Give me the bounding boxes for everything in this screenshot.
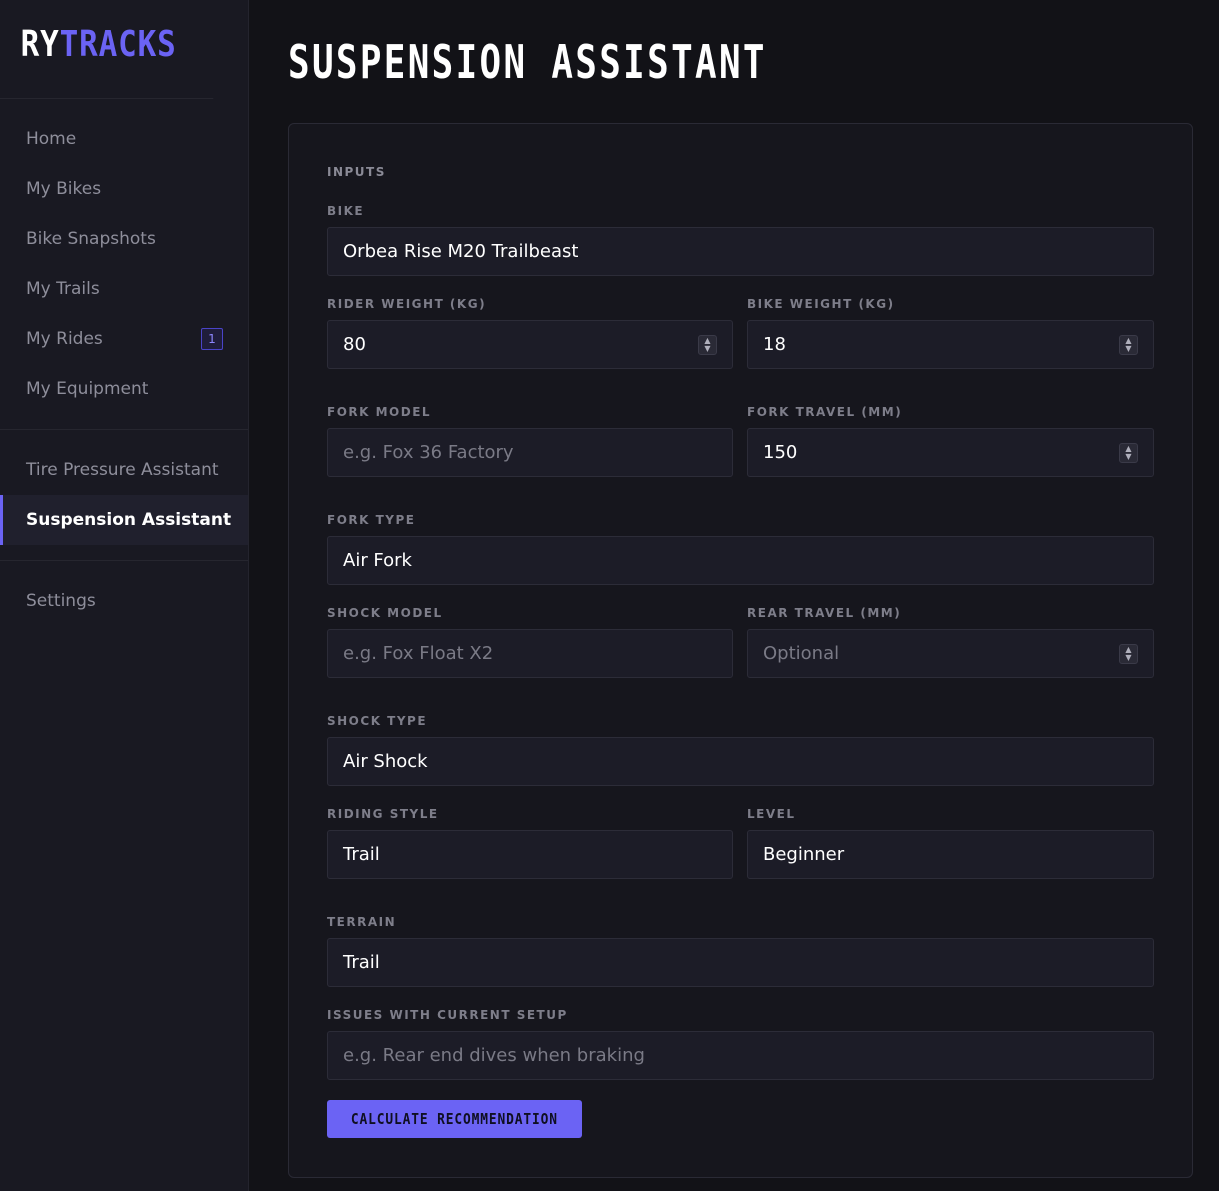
fork-model-placeholder: e.g. Fox 36 Factory — [343, 442, 514, 463]
rear-travel-placeholder: Optional — [763, 643, 840, 664]
rider-weight-label: RIDER WEIGHT (KG) — [327, 297, 487, 311]
sidebar-item-label: My Equipment — [26, 379, 149, 399]
fork-travel-value: 150 — [763, 442, 798, 463]
sidebar-item-my-trails[interactable]: My Trails — [0, 264, 248, 314]
rear-travel-input[interactable]: Optional ▲ ▼ — [747, 629, 1154, 678]
shock-model-placeholder: e.g. Fox Float X2 — [343, 643, 494, 664]
calculate-recommendation-button[interactable]: CALCULATE RECOMMENDATION — [327, 1100, 582, 1138]
shock-type-label: SHOCK TYPE — [327, 714, 428, 728]
sidebar-item-label: Bike Snapshots — [26, 229, 156, 249]
rider-weight-input[interactable]: 80 ▲ ▼ — [327, 320, 733, 369]
stepper-down-icon[interactable]: ▼ — [1125, 345, 1131, 353]
calculate-recommendation-label: CALCULATE RECOMMENDATION — [350, 1110, 559, 1128]
sidebar-item-label: Settings — [26, 591, 96, 611]
bike-weight-input[interactable]: 18 ▲ ▼ — [747, 320, 1154, 369]
fork-type-value: Air Fork — [343, 550, 412, 571]
section-label-inputs: INPUTS — [327, 165, 386, 179]
fork-model-input[interactable]: e.g. Fox 36 Factory — [327, 428, 733, 477]
sidebar-item-label: Home — [26, 129, 77, 149]
sidebar-item-label: My Trails — [26, 279, 100, 299]
issues-placeholder: e.g. Rear end dives when braking — [343, 1045, 645, 1066]
level-select[interactable]: Beginner — [747, 830, 1154, 879]
rear-travel-stepper[interactable]: ▲ ▼ — [1119, 644, 1138, 664]
main-content: SUSPENSION ASSISTANT INPUTS BIKE Orbea R… — [249, 0, 1219, 1191]
level-value: Beginner — [763, 844, 845, 865]
sidebar: RYTRACKS Home My Bikes Bike Snapshots My… — [0, 0, 249, 1191]
app-root: RYTRACKS Home My Bikes Bike Snapshots My… — [0, 0, 1219, 1191]
riding-style-value: Trail — [343, 844, 380, 865]
shock-type-select[interactable]: Air Shock — [327, 737, 1154, 786]
sidebar-item-label: My Rides — [26, 329, 103, 349]
sidebar-item-home[interactable]: Home — [0, 114, 248, 164]
stepper-down-icon[interactable]: ▼ — [704, 345, 710, 353]
page-title: SUSPENSION ASSISTANT — [288, 35, 767, 89]
level-label: LEVEL — [747, 807, 796, 821]
rides-count-badge: 1 — [201, 328, 223, 350]
nav-group-main: Home My Bikes Bike Snapshots My Trails M… — [0, 99, 248, 430]
bike-weight-label: BIKE WEIGHT (KG) — [747, 297, 895, 311]
bike-select-value: Orbea Rise M20 Trailbeast — [343, 241, 579, 262]
bike-weight-stepper[interactable]: ▲ ▼ — [1119, 335, 1138, 355]
rider-weight-stepper[interactable]: ▲ ▼ — [698, 335, 717, 355]
sidebar-item-tire-pressure-assistant[interactable]: Tire Pressure Assistant — [0, 445, 248, 495]
fork-travel-label: FORK TRAVEL (MM) — [747, 405, 903, 419]
sidebar-item-bike-snapshots[interactable]: Bike Snapshots — [0, 214, 248, 264]
sidebar-item-settings[interactable]: Settings — [0, 576, 248, 626]
terrain-select[interactable]: Trail — [327, 938, 1154, 987]
brand-logo-part1: RY — [20, 24, 60, 65]
nav-group-assistants: Tire Pressure Assistant Suspension Assis… — [0, 430, 248, 561]
riding-style-select[interactable]: Trail — [327, 830, 733, 879]
bike-weight-value: 18 — [763, 334, 786, 355]
stepper-down-icon[interactable]: ▼ — [1125, 654, 1131, 662]
sidebar-item-my-rides[interactable]: My Rides 1 — [0, 314, 248, 364]
fork-travel-input[interactable]: 150 ▲ ▼ — [747, 428, 1154, 477]
rider-weight-value: 80 — [343, 334, 366, 355]
sidebar-item-label: My Bikes — [26, 179, 102, 199]
riding-style-label: RIDING STYLE — [327, 807, 439, 821]
shock-type-value: Air Shock — [343, 751, 428, 772]
fork-travel-stepper[interactable]: ▲ ▼ — [1119, 443, 1138, 463]
issues-label: ISSUES WITH CURRENT SETUP — [327, 1008, 568, 1022]
fork-model-label: FORK MODEL — [327, 405, 432, 419]
shock-model-input[interactable]: e.g. Fox Float X2 — [327, 629, 733, 678]
sidebar-item-my-equipment[interactable]: My Equipment — [0, 364, 248, 414]
issues-input[interactable]: e.g. Rear end dives when braking — [327, 1031, 1154, 1080]
terrain-label: TERRAIN — [327, 915, 397, 929]
shock-model-label: SHOCK MODEL — [327, 606, 443, 620]
brand-logo[interactable]: RYTRACKS — [0, 0, 214, 99]
terrain-value: Trail — [343, 952, 380, 973]
nav-group-settings: Settings — [0, 561, 248, 641]
brand-logo-part2: TRACKS — [59, 24, 177, 65]
sidebar-item-label: Suspension Assistant — [26, 510, 232, 530]
fork-type-label: FORK TYPE — [327, 513, 416, 527]
sidebar-item-label: Tire Pressure Assistant — [26, 460, 219, 480]
sidebar-item-my-bikes[interactable]: My Bikes — [0, 164, 248, 214]
sidebar-item-suspension-assistant[interactable]: Suspension Assistant — [0, 495, 248, 545]
inputs-card: INPUTS BIKE Orbea Rise M20 Trailbeast RI… — [288, 123, 1193, 1178]
bike-label: BIKE — [327, 204, 365, 218]
stepper-down-icon[interactable]: ▼ — [1125, 453, 1131, 461]
bike-select[interactable]: Orbea Rise M20 Trailbeast — [327, 227, 1154, 276]
fork-type-select[interactable]: Air Fork — [327, 536, 1154, 585]
rear-travel-label: REAR TRAVEL (MM) — [747, 606, 902, 620]
